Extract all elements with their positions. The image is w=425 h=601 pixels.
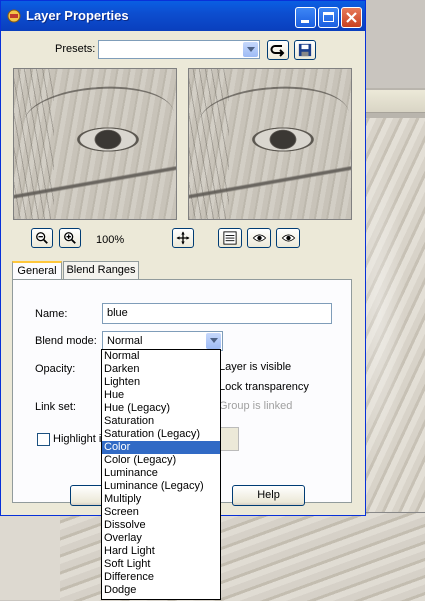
blend-mode-option[interactable]: Overlay — [102, 532, 220, 545]
zoom-out-icon — [36, 232, 48, 244]
lock-transparency-label[interactable]: Lock transparency — [219, 381, 309, 393]
tab-blend-ranges-label: Blend Ranges — [66, 264, 136, 276]
title-bar[interactable]: Layer Properties — [1, 1, 365, 31]
tab-general[interactable]: General — [12, 261, 62, 281]
highlight-checkbox[interactable] — [37, 433, 50, 446]
blend-mode-option[interactable]: Multiply — [102, 493, 220, 506]
reset-presets-button[interactable] — [267, 40, 289, 60]
blend-mode-option[interactable]: Color (Legacy) — [102, 454, 220, 467]
ok-button[interactable] — [70, 485, 104, 506]
blend-mode-option[interactable]: Saturation (Legacy) — [102, 428, 220, 441]
floppy-disk-icon — [298, 43, 312, 57]
blend-mode-option[interactable]: Saturation — [102, 415, 220, 428]
chevron-down-icon — [206, 333, 221, 349]
blend-mode-option[interactable]: Screen — [102, 506, 220, 519]
name-input-value: blue — [107, 307, 128, 319]
blend-mode-option[interactable]: Normal — [102, 350, 220, 363]
blend-mode-option[interactable]: Hue — [102, 389, 220, 402]
name-label: Name: — [35, 308, 68, 320]
eye-icon — [281, 234, 295, 242]
blend-mode-option[interactable]: Hard Light — [102, 545, 220, 558]
eye-icon — [252, 234, 266, 242]
blend-mode-value: Normal — [107, 335, 143, 347]
presets-label: Presets: — [55, 43, 96, 55]
visibility-toggle-button[interactable] — [247, 228, 271, 248]
blend-mode-option[interactable]: Hue (Legacy) — [102, 402, 220, 415]
help-button[interactable]: Help — [232, 485, 305, 506]
result-preview-image[interactable] — [188, 68, 352, 220]
chevron-down-icon — [243, 42, 258, 57]
blend-mode-option[interactable]: Color — [102, 441, 220, 454]
pan-button[interactable] — [172, 228, 194, 248]
move-icon — [176, 231, 190, 245]
window-title: Layer Properties — [26, 8, 129, 23]
blend-mode-option[interactable]: Lighten — [102, 376, 220, 389]
link-set-label: Link set: — [35, 401, 76, 413]
save-preset-button[interactable] — [294, 40, 316, 60]
blend-mode-dropdown-list[interactable]: Normal Darken Lighten Hue Hue (Legacy) Satura… — [101, 349, 221, 600]
partially-hidden-control — [219, 427, 239, 451]
blend-mode-select[interactable]: Normal — [102, 331, 223, 351]
highlight-label: Highlight i — [53, 433, 102, 445]
help-button-label: Help — [257, 489, 280, 501]
blend-mode-option[interactable]: Difference — [102, 571, 220, 584]
close-button[interactable] — [341, 7, 362, 28]
visibility-all-button[interactable] — [276, 228, 300, 248]
blend-mode-option[interactable]: Dissolve — [102, 519, 220, 532]
background-desktop — [0, 512, 62, 600]
original-preview-image[interactable] — [13, 68, 177, 220]
zoom-level: 100% — [96, 234, 125, 246]
background-window-titlebar — [360, 90, 425, 113]
layer-visible-label[interactable]: Layer is visible — [219, 361, 291, 373]
blend-mode-option[interactable]: Soft Light — [102, 558, 220, 571]
layer-list-button[interactable] — [218, 228, 242, 248]
blend-mode-option[interactable]: Dodge — [102, 584, 220, 597]
minimize-button[interactable] — [295, 7, 316, 28]
zoom-in-button[interactable] — [59, 228, 81, 248]
list-icon — [223, 231, 237, 245]
undo-arrow-icon — [270, 45, 285, 57]
blend-mode-label: Blend mode: — [35, 335, 97, 347]
blend-mode-option[interactable]: Luminance (Legacy) — [102, 480, 220, 493]
zoom-out-button[interactable] — [31, 228, 53, 248]
tab-general-label: General — [17, 265, 57, 277]
name-input[interactable]: blue — [102, 303, 332, 324]
app-icon — [7, 9, 21, 23]
close-icon — [346, 12, 357, 23]
maximize-button[interactable] — [318, 7, 339, 28]
group-linked-label: Group is linked — [219, 400, 293, 412]
presets-combo[interactable] — [98, 40, 260, 59]
tab-blend-ranges[interactable]: Blend Ranges — [63, 261, 139, 280]
blend-mode-option[interactable]: Darken — [102, 363, 220, 376]
blend-mode-option[interactable]: Luminance — [102, 467, 220, 480]
zoom-in-icon — [64, 232, 76, 244]
opacity-label: Opacity: — [35, 363, 76, 375]
